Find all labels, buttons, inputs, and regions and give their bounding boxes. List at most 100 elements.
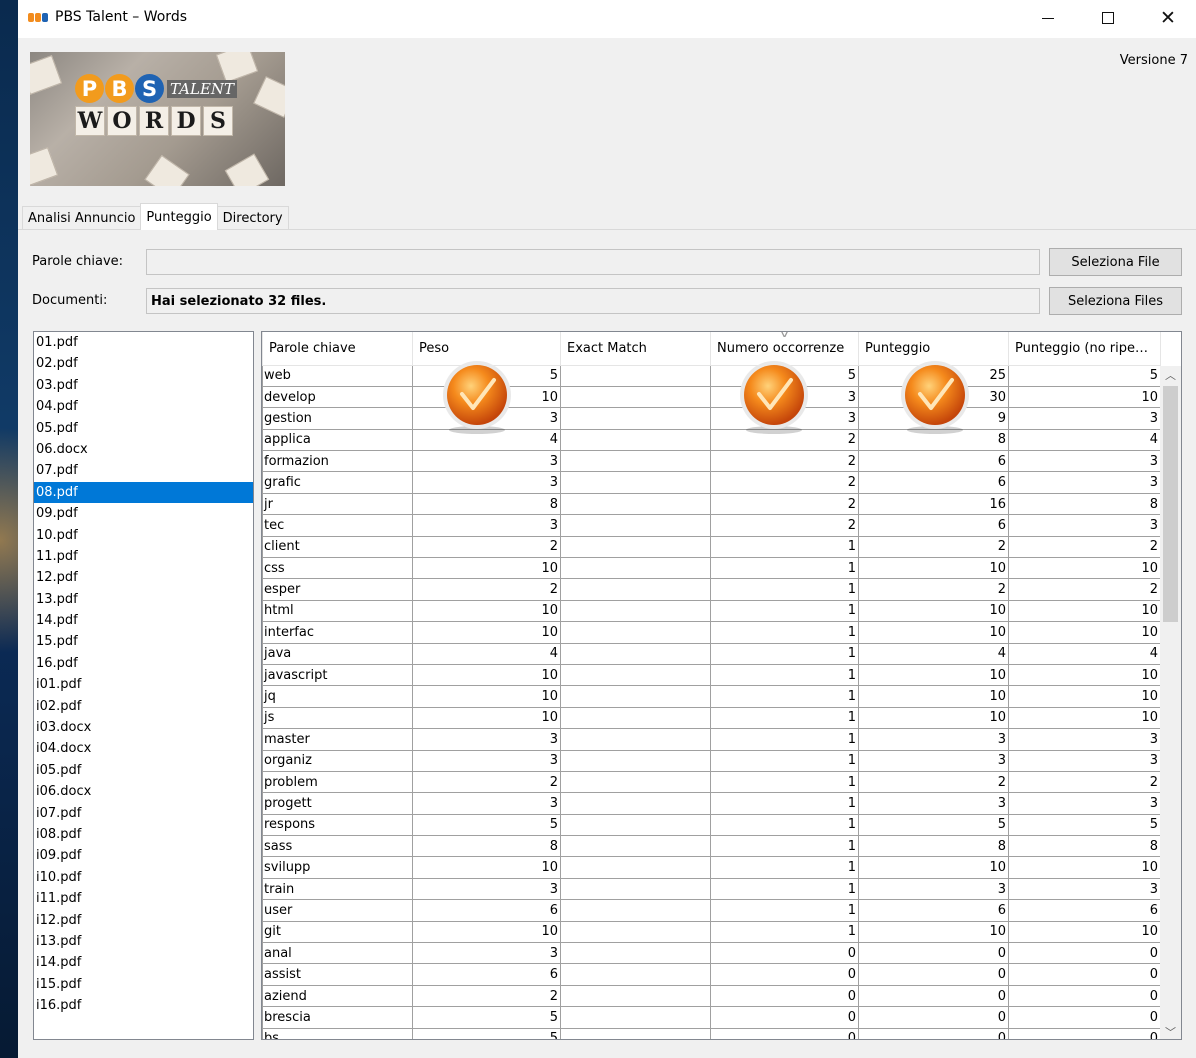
list-item[interactable]: 01.pdf — [34, 332, 253, 353]
table-row[interactable]: sass 8 1 8 8 — [262, 835, 1161, 858]
list-item[interactable]: i09.pdf — [34, 845, 253, 866]
list-item[interactable]: i13.pdf — [34, 931, 253, 952]
table-row[interactable]: client 2 1 2 2 — [262, 535, 1161, 559]
table-cell: 3 — [710, 407, 859, 430]
table-row[interactable]: master 3 1 3 3 — [262, 728, 1161, 751]
tab-punteggio[interactable]: Punteggio — [140, 203, 218, 230]
list-item[interactable]: 11.pdf — [34, 546, 253, 567]
list-item[interactable]: i07.pdf — [34, 803, 253, 824]
column-header-score[interactable]: Punteggio — [858, 332, 1009, 366]
document-list[interactable]: 01.pdf 02.pdf 03.pdf 04.pdf 05.pdf 06.docx 07.… — [33, 331, 254, 1040]
table-row[interactable]: anal 3 0 0 0 — [262, 942, 1161, 965]
minimize-button[interactable] — [1018, 0, 1078, 36]
maximize-button[interactable] — [1078, 0, 1138, 36]
column-header-occurrences[interactable]: ∨ Numero occorrenze — [710, 332, 859, 366]
table-cell: develop — [262, 385, 413, 409]
table-cell: respons — [262, 813, 413, 837]
table-row[interactable]: tec 3 2 6 3 — [262, 514, 1161, 537]
table-cell: git — [262, 920, 413, 944]
table-row[interactable]: problem 2 1 2 2 — [262, 770, 1161, 794]
column-header-score-no-repeat[interactable]: Punteggio (no ripe… — [1008, 332, 1161, 366]
table-row[interactable]: formazion 3 2 6 3 — [262, 450, 1161, 473]
table-row[interactable]: aziend 2 0 0 0 — [262, 984, 1161, 1008]
list-item[interactable]: i12.pdf — [34, 910, 253, 931]
column-header-label: Numero occorrenze — [717, 340, 845, 356]
list-item[interactable]: i14.pdf — [34, 952, 253, 973]
list-item[interactable]: 10.pdf — [34, 525, 253, 546]
documents-field: Hai selezionato 32 files. — [146, 288, 1040, 314]
table-row[interactable]: git 10 1 10 10 — [262, 920, 1161, 944]
table-row[interactable]: js 10 1 10 10 — [262, 706, 1161, 730]
table-row[interactable]: train 3 1 3 3 — [262, 877, 1161, 901]
table-row[interactable]: jr 8 2 16 8 — [262, 492, 1161, 516]
table-cell: 3 — [1008, 514, 1161, 537]
table-cell: 1 — [710, 685, 859, 708]
column-header-keyword[interactable]: Parole chiave — [262, 332, 413, 366]
table-row[interactable]: gestion 3 3 9 3 — [262, 407, 1161, 430]
table-row[interactable]: bs 5 0 0 0 — [262, 1027, 1161, 1039]
select-files-button[interactable]: Seleziona Files — [1049, 287, 1182, 315]
table-row[interactable]: css 10 1 10 10 — [262, 557, 1161, 580]
table-row[interactable]: esper 2 1 2 2 — [262, 578, 1161, 601]
list-item[interactable]: 14.pdf — [34, 610, 253, 631]
list-item[interactable]: 08.pdf — [34, 481, 253, 504]
table-cell: 3 — [858, 749, 1009, 772]
list-item[interactable]: i15.pdf — [34, 974, 253, 995]
table-row[interactable]: javascript 10 1 10 10 — [262, 663, 1161, 687]
table-row[interactable]: organiz 3 1 3 3 — [262, 749, 1161, 772]
list-item[interactable]: i01.pdf — [34, 674, 253, 695]
list-item[interactable]: 07.pdf — [34, 460, 253, 481]
list-item[interactable]: i04.docx — [34, 738, 253, 759]
list-item[interactable]: i03.docx — [34, 717, 253, 738]
list-item[interactable]: i08.pdf — [34, 824, 253, 845]
table-cell: 4 — [1008, 428, 1161, 452]
table-row[interactable]: user 6 1 6 6 — [262, 899, 1161, 922]
list-item[interactable]: 16.pdf — [34, 653, 253, 674]
list-item[interactable]: 13.pdf — [34, 589, 253, 610]
column-header-peso[interactable]: Peso — [412, 332, 561, 366]
table-row[interactable]: java 4 1 4 4 — [262, 642, 1161, 665]
chevron-down-icon[interactable]: ﹀ — [1160, 1023, 1181, 1039]
table-row[interactable]: assist 6 0 0 0 — [262, 963, 1161, 986]
close-button[interactable]: ✕ — [1138, 0, 1196, 36]
list-item[interactable]: i06.docx — [34, 781, 253, 802]
list-item[interactable]: 12.pdf — [34, 567, 253, 588]
select-file-button[interactable]: Seleziona File — [1049, 248, 1182, 276]
table-cell — [560, 535, 711, 559]
table-row[interactable]: interfac 10 1 10 10 — [262, 621, 1161, 644]
table-row[interactable]: jq 10 1 10 10 — [262, 685, 1161, 708]
table-row[interactable]: grafic 3 2 6 3 — [262, 471, 1161, 494]
list-item[interactable]: 05.pdf — [34, 418, 253, 439]
table-row[interactable]: html 10 1 10 10 — [262, 599, 1161, 623]
list-item[interactable]: 09.pdf — [34, 503, 253, 524]
list-item[interactable]: i11.pdf — [34, 888, 253, 909]
grid-scrollbar[interactable]: ︿ ﹀ — [1160, 366, 1181, 1039]
table-cell: java — [262, 642, 413, 665]
table-cell — [560, 899, 711, 922]
scrollbar-thumb[interactable] — [1163, 386, 1178, 622]
score-grid[interactable]: Parole chiave Peso Exact Match ∨ Numero o… — [261, 331, 1182, 1040]
list-item[interactable]: 02.pdf — [34, 353, 253, 374]
list-item[interactable]: i10.pdf — [34, 867, 253, 888]
table-row[interactable]: applica 4 2 8 4 — [262, 428, 1161, 452]
tab-analisi-annuncio[interactable]: Analisi Annuncio — [22, 206, 142, 230]
table-cell: 1 — [710, 728, 859, 751]
table-row[interactable]: develop 10 3 30 10 — [262, 385, 1161, 409]
list-item[interactable]: i02.pdf — [34, 696, 253, 717]
table-cell: svilupp — [262, 856, 413, 879]
chevron-up-icon[interactable]: ︿ — [1160, 366, 1181, 383]
list-item[interactable]: i16.pdf — [34, 995, 253, 1016]
table-cell: 8 — [1008, 835, 1161, 858]
table-row[interactable]: respons 5 1 5 5 — [262, 813, 1161, 837]
list-item[interactable]: 04.pdf — [34, 396, 253, 417]
table-row[interactable]: svilupp 10 1 10 10 — [262, 856, 1161, 879]
table-row[interactable]: web 5 5 25 5 — [262, 364, 1161, 387]
table-row[interactable]: progett 3 1 3 3 — [262, 792, 1161, 815]
list-item[interactable]: 03.pdf — [34, 375, 253, 396]
column-header-exact-match[interactable]: Exact Match — [560, 332, 711, 366]
list-item[interactable]: 06.docx — [34, 439, 253, 460]
table-row[interactable]: brescia 5 0 0 0 — [262, 1006, 1161, 1029]
list-item[interactable]: 15.pdf — [34, 631, 253, 652]
list-item[interactable]: i05.pdf — [34, 760, 253, 781]
tab-directory[interactable]: Directory — [216, 206, 289, 230]
